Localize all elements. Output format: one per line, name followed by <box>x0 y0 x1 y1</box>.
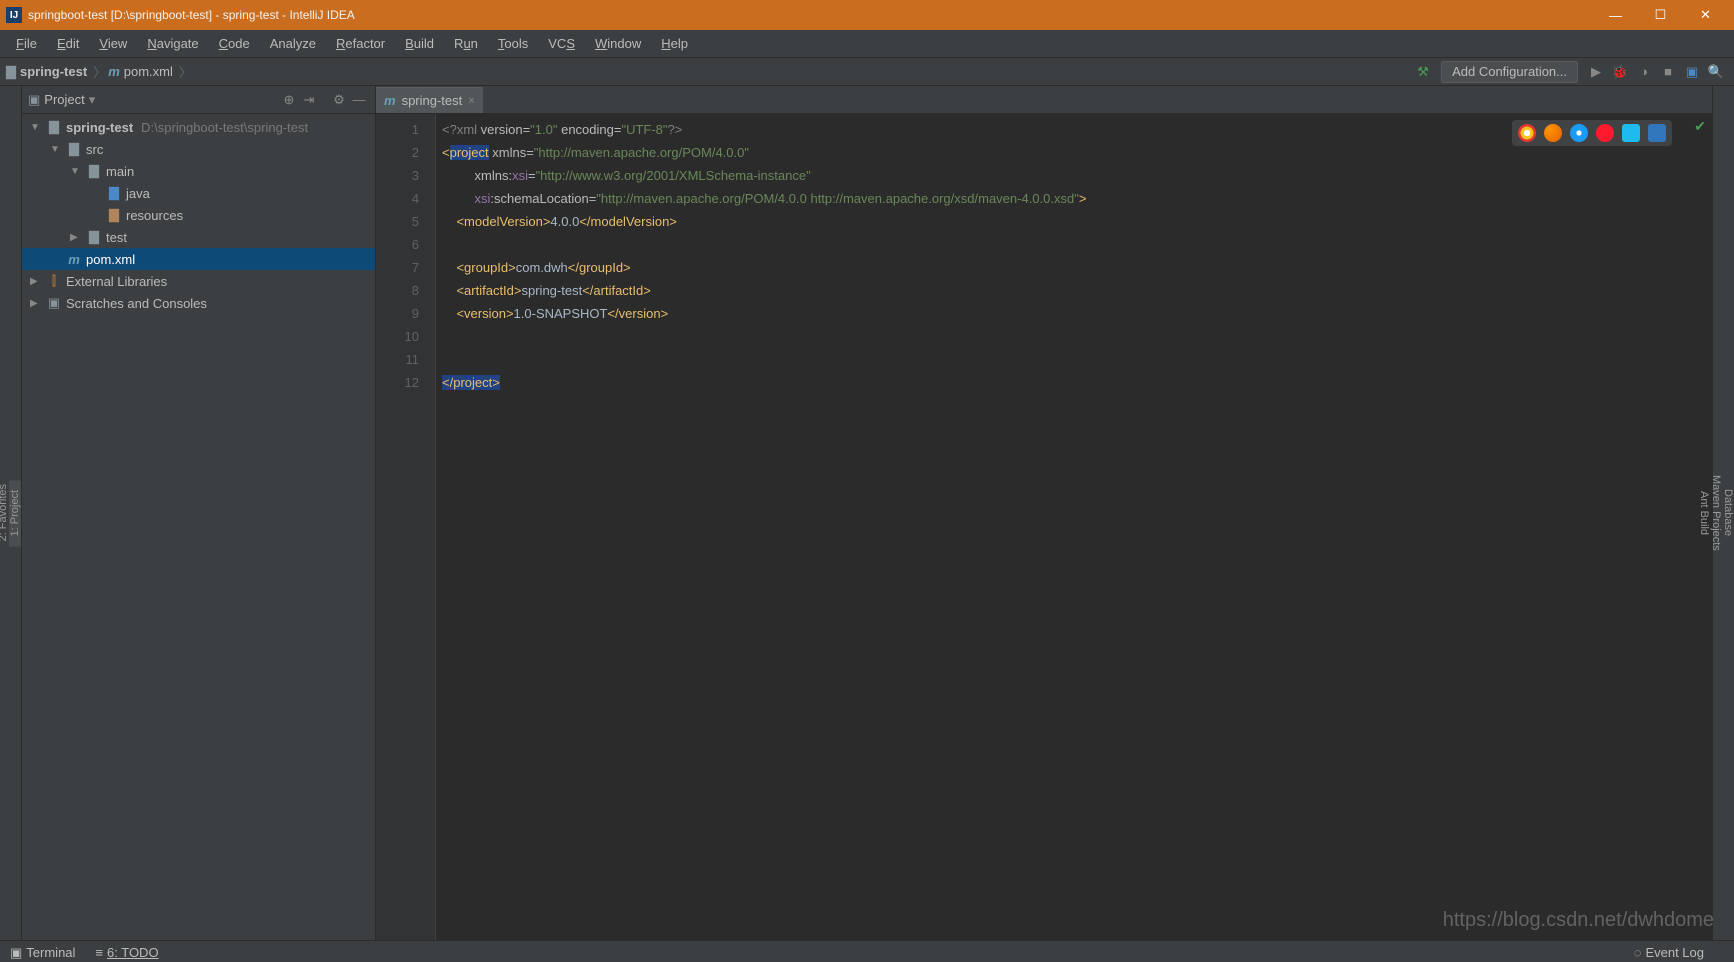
menu-view[interactable]: View <box>89 33 137 54</box>
gear-icon[interactable]: ⚙ <box>329 92 349 108</box>
firefox-icon[interactable] <box>1544 124 1562 142</box>
tree-main-label: main <box>106 164 134 179</box>
editor-tab-spring-test[interactable]: m spring-test × <box>376 87 483 113</box>
tree-src-label: src <box>86 142 103 157</box>
chrome-icon[interactable] <box>1518 124 1536 142</box>
eventlog-icon: ◌ <box>1634 945 1642 960</box>
breadcrumb-sep: 〉 <box>93 62 106 81</box>
locate-icon[interactable]: ⊕ <box>279 92 299 108</box>
minimize-button[interactable]: — <box>1593 0 1638 30</box>
coverage-icon[interactable]: ◑ <box>1632 60 1656 84</box>
tree-extlib-label: External Libraries <box>66 274 167 289</box>
tool-todo[interactable]: ≡6: TODO <box>95 945 158 960</box>
tree-test-label: test <box>106 230 127 245</box>
tree-src[interactable]: ▼▇ src <box>22 138 375 160</box>
add-configuration-button[interactable]: Add Configuration... <box>1441 61 1578 83</box>
project-header: ▣ Project ▾ ⊕ ⇥ ⚙ — <box>22 86 375 114</box>
right-tool-gutter: Database Maven Projects Ant Build <box>1712 86 1734 940</box>
breadcrumb-file-label: pom.xml <box>124 64 173 79</box>
debug-icon[interactable]: 🐞 <box>1608 60 1632 84</box>
stop-icon[interactable]: ■ <box>1656 60 1680 84</box>
code-text[interactable]: ✔ <?xml version="1.0" encoding="UTF-8"?>… <box>436 114 1712 940</box>
maven-file-icon: m <box>108 64 120 79</box>
menu-run[interactable]: Run <box>444 33 488 54</box>
menu-tools[interactable]: Tools <box>488 33 538 54</box>
tree-main[interactable]: ▼▇ main <box>22 160 375 182</box>
build-icon[interactable]: ⚒ <box>1411 60 1435 84</box>
breadcrumb-file[interactable]: m pom.xml <box>108 64 173 79</box>
close-button[interactable]: ✕ <box>1683 0 1728 30</box>
run-icon[interactable]: ▶ <box>1584 60 1608 84</box>
menu-navigate[interactable]: Navigate <box>137 33 208 54</box>
menu-edit[interactable]: Edit <box>47 33 89 54</box>
safari-icon[interactable] <box>1570 124 1588 142</box>
terminal-icon: ▣ <box>10 945 22 961</box>
breadcrumb-root-label: spring-test <box>20 64 87 79</box>
menu-code[interactable]: Code <box>209 33 260 54</box>
edge-icon[interactable] <box>1648 124 1666 142</box>
browser-preview-bar <box>1512 120 1672 146</box>
tree-scratch-label: Scratches and Consoles <box>66 296 207 311</box>
window-title: springboot-test [D:\springboot-test] - s… <box>28 8 1593 22</box>
tree-pom[interactable]: m pom.xml <box>22 248 375 270</box>
project-tree[interactable]: ▼▇ spring-test D:\springboot-test\spring… <box>22 114 375 940</box>
intellij-icon: IJ <box>6 7 22 23</box>
menu-refactor[interactable]: Refactor <box>326 33 395 54</box>
update-icon[interactable]: ▣ <box>1680 60 1704 84</box>
tree-extlib[interactable]: ▶⫿ External Libraries <box>22 270 375 292</box>
tree-test[interactable]: ▶▇ test <box>22 226 375 248</box>
search-everywhere-icon[interactable]: 🔍 <box>1704 60 1728 84</box>
menu-help[interactable]: Help <box>651 33 698 54</box>
maven-file-icon: m <box>384 93 396 108</box>
menubar: File Edit View Navigate Code Analyze Ref… <box>0 30 1734 58</box>
menu-analyze[interactable]: Analyze <box>260 33 326 54</box>
tree-java-label: java <box>126 186 150 201</box>
menu-build[interactable]: Build <box>395 33 444 54</box>
menu-vcs[interactable]: VCS <box>538 33 585 54</box>
tree-scratch[interactable]: ▶▣ Scratches and Consoles <box>22 292 375 314</box>
opera-icon[interactable] <box>1596 124 1614 142</box>
collapse-icon[interactable]: ⇥ <box>299 92 319 108</box>
todo-icon: ≡ <box>95 945 103 960</box>
breadcrumb-root[interactable]: ▇ spring-test <box>6 64 87 80</box>
menu-window[interactable]: Window <box>585 33 651 54</box>
tree-resources-label: resources <box>126 208 183 223</box>
tool-terminal[interactable]: ▣Terminal <box>10 945 75 961</box>
menu-file[interactable]: File <box>6 33 47 54</box>
editor-tab-label: spring-test <box>402 93 463 108</box>
project-title[interactable]: Project <box>44 92 84 107</box>
navbar: ▇ spring-test 〉 m pom.xml 〉 ⚒ Add Config… <box>0 58 1734 86</box>
project-panel: ▣ Project ▾ ⊕ ⇥ ⚙ — ▼▇ spring-test D:\sp… <box>22 86 376 940</box>
titlebar: IJ springboot-test [D:\springboot-test] … <box>0 0 1734 30</box>
dropdown-icon[interactable]: ▾ <box>89 92 96 108</box>
tree-root-label: spring-test <box>66 120 133 135</box>
tool-project[interactable]: 1: Project <box>9 480 21 546</box>
tree-pom-label: pom.xml <box>86 252 135 267</box>
editor-tabs: m spring-test × <box>376 86 1712 114</box>
editor: m spring-test × 123456789101112 ✔ <?xml … <box>376 86 1712 940</box>
inspection-ok-icon[interactable]: ✔ <box>1694 118 1706 135</box>
hide-icon[interactable]: — <box>349 92 369 107</box>
tree-root[interactable]: ▼▇ spring-test D:\springboot-test\spring… <box>22 116 375 138</box>
tool-database[interactable]: Database <box>1722 479 1734 546</box>
maximize-button[interactable]: ☐ <box>1638 0 1683 30</box>
tool-eventlog[interactable]: ◌Event Log <box>1634 945 1704 960</box>
code-area[interactable]: 123456789101112 ✔ <?xml version="1.0" en… <box>376 114 1712 940</box>
tree-resources[interactable]: ▇ resources <box>22 204 375 226</box>
ie-icon[interactable] <box>1622 124 1640 142</box>
folder-icon: ▇ <box>6 64 16 80</box>
left-tool-gutter: 1: Project 2: Favorites 7: Structure <box>0 86 22 940</box>
tree-java[interactable]: ▇ java <box>22 182 375 204</box>
breadcrumb-sep-end: 〉 <box>179 62 192 81</box>
line-gutter: 123456789101112 <box>376 114 436 940</box>
tree-root-path: D:\springboot-test\spring-test <box>141 120 308 135</box>
project-view-icon: ▣ <box>28 92 40 108</box>
tool-favorites[interactable]: 2: Favorites <box>0 474 9 551</box>
close-tab-icon[interactable]: × <box>468 95 474 107</box>
bottom-tools: ▣Terminal ≡6: TODO ◌Event Log <box>0 940 1734 962</box>
